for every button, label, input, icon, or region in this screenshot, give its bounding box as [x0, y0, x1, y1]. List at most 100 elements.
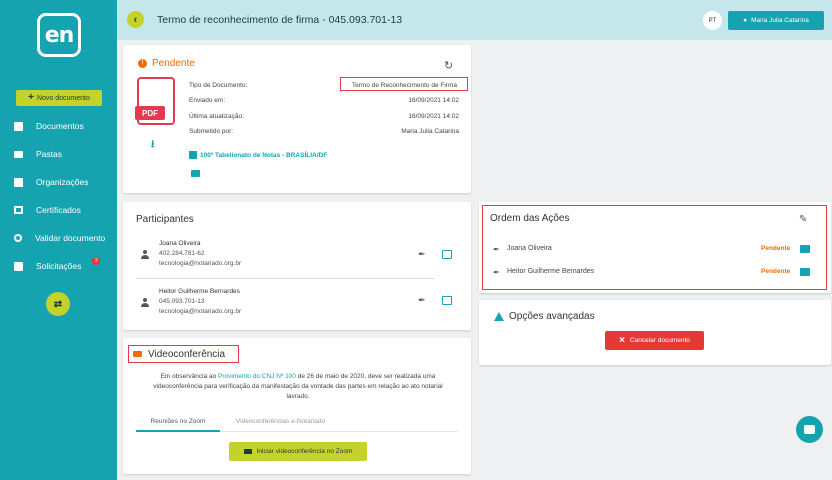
tab-enotariado[interactable]: Videoconferências e-Notariado	[224, 418, 337, 425]
sidebar-item-label: Certificados	[36, 205, 81, 215]
exchange-icon: ⇄	[53, 298, 63, 310]
mail-icon[interactable]	[800, 268, 810, 276]
advanced-options-label: Opções avançadas	[509, 311, 595, 322]
info-key: Submetido por:	[189, 128, 234, 135]
organization-icon	[14, 177, 23, 187]
signature-icon: ✒	[493, 268, 500, 277]
advanced-options-card: Opções avançadas × Cancelar documento	[479, 300, 831, 365]
sidebar-item-label: Solicitações	[36, 261, 82, 271]
order-title: Ordem das Ações	[490, 213, 570, 224]
sidebar: en + Novo documento Documentos Pastas Or…	[0, 0, 117, 480]
chat-icon	[804, 425, 815, 434]
plus-icon: +	[28, 92, 34, 103]
sidebar-item-label: Organizações	[36, 177, 89, 187]
back-button[interactable]: ‹	[127, 11, 144, 28]
signature-icon[interactable]: ✒	[418, 249, 426, 260]
inbox-icon[interactable]	[442, 250, 452, 259]
info-value: Termo de Reconhecimento de Firma	[351, 82, 457, 89]
tab-zoom[interactable]: Reuniões no Zoom	[136, 418, 220, 425]
inbox-icon[interactable]	[442, 296, 452, 305]
refresh-icon[interactable]: ↻	[444, 59, 453, 72]
order-name: Joana Oliveira	[507, 245, 552, 252]
person-icon	[141, 250, 149, 259]
exchange-button[interactable]: ⇄	[46, 292, 70, 316]
header: ‹ Termo de reconhecimento de firma - 045…	[117, 0, 832, 40]
participant-cpf: 045.093.701-13	[159, 298, 205, 305]
participants-card: Participantes Joana Oliveira 402.284.781…	[123, 202, 471, 330]
info-key: Enviado em:	[189, 97, 226, 104]
document-card: ! Pendente ↻ PDF ⭳ Tipo de Documento: Te…	[123, 45, 471, 193]
info-value: 16/09/2021 14:02	[408, 113, 459, 120]
alert-icon: !	[138, 59, 147, 68]
sidebar-item-label: Pastas	[36, 149, 62, 159]
sidebar-item-pastas[interactable]: Pastas	[14, 146, 62, 162]
order-status: Pendente	[761, 245, 791, 252]
participants-title: Participantes	[136, 214, 194, 225]
videoconference-description: Em observância ao Provimento do CNJ Nº 1…	[143, 372, 453, 402]
status-label: Pendente	[152, 58, 195, 69]
sidebar-item-documentos[interactable]: Documentos	[14, 118, 84, 134]
participant-name: Heitor Guilherme Bernardes	[159, 288, 240, 295]
video-camera-icon	[243, 449, 252, 454]
participant-cpf: 402.284.781-62	[159, 250, 205, 257]
start-zoom-label: Iniciar videoconferência no Zoom	[256, 448, 353, 455]
request-icon	[14, 261, 23, 271]
order-status: Pendente	[761, 268, 791, 275]
search-icon	[14, 234, 22, 242]
avatar[interactable]: PT	[703, 11, 722, 30]
videoconference-title: Videoconferência	[128, 345, 239, 363]
info-value: Maria Julia Catarina	[401, 128, 459, 135]
cancel-document-button[interactable]: × Cancelar documento	[605, 331, 704, 350]
new-document-label: Novo documento	[36, 94, 90, 102]
status-badge: ! Pendente	[138, 58, 195, 69]
person-icon	[141, 298, 149, 307]
cancel-document-label: Cancelar documento	[629, 337, 690, 344]
page-title: Termo de reconhecimento de firma - 045.0…	[157, 14, 403, 26]
order-name: Heitor Guilherme Bernardes	[507, 268, 595, 275]
start-zoom-button[interactable]: Iniciar videoconferência no Zoom	[229, 442, 367, 461]
provimento-link[interactable]: Provimento do CNJ Nº 100	[218, 373, 296, 380]
chat-button[interactable]	[796, 416, 823, 443]
info-key: Última atualização:	[189, 113, 244, 120]
active-tab-indicator	[136, 430, 220, 432]
signature-icon[interactable]: ✒	[418, 295, 426, 306]
download-icon[interactable]: ⭳	[151, 137, 155, 154]
folder-icon	[14, 150, 23, 158]
info-value: 16/09/2021 14:02	[408, 97, 459, 104]
pdf-label: PDF	[135, 106, 165, 120]
sidebar-item-certificados[interactable]: Certificados	[14, 202, 81, 218]
office-name: 100º Tabelionato de Notas - BRASÍLIA/DF	[200, 151, 328, 159]
participant-email: tecnologia@notariado.org.br	[159, 260, 242, 267]
folder-icon[interactable]	[191, 170, 200, 177]
mail-icon[interactable]	[800, 245, 810, 253]
sidebar-item-organizacoes[interactable]: Organizações	[14, 174, 88, 190]
info-key: Tipo de Documento:	[189, 82, 248, 89]
divider	[136, 278, 434, 279]
chevron-left-icon: ‹	[133, 13, 138, 26]
participant-name: Joana Oliveira	[159, 240, 201, 247]
sidebar-item-label: Validar documento	[35, 233, 106, 243]
description-text: Em observância ao	[160, 373, 219, 380]
user-icon: ●	[743, 17, 748, 24]
warning-icon	[494, 312, 504, 321]
building-icon	[189, 151, 197, 159]
certificate-icon	[14, 206, 23, 214]
new-document-button[interactable]: + Novo documento	[16, 90, 102, 106]
signature-icon: ✒	[493, 245, 500, 254]
user-menu-button[interactable]: ● Maria Julia Catarina	[728, 11, 824, 30]
edit-icon[interactable]: ✎	[799, 214, 807, 225]
order-card: Ordem das Ações ✎ ✒ Joana Oliveira Pende…	[479, 202, 831, 293]
videoconference-title-label: Videoconferência	[148, 348, 226, 360]
app-logo[interactable]: en	[37, 13, 81, 57]
videoconference-card: Videoconferência Em observância ao Provi…	[123, 338, 471, 474]
camera-icon	[133, 351, 142, 357]
sidebar-item-solicitacoes[interactable]: Solicitações 2	[14, 257, 102, 274]
document-icon	[14, 121, 23, 131]
participant-email: tecnologia@notariado.org.br	[159, 308, 242, 315]
user-name: Maria Julia Catarina	[751, 17, 809, 24]
advanced-options-title: Opções avançadas	[494, 311, 595, 322]
close-icon: ×	[619, 335, 625, 346]
office-link[interactable]: 100º Tabelionato de Notas - BRASÍLIA/DF	[189, 151, 327, 159]
notification-badge: 2	[92, 257, 101, 265]
sidebar-item-validar[interactable]: Validar documento	[14, 230, 105, 246]
